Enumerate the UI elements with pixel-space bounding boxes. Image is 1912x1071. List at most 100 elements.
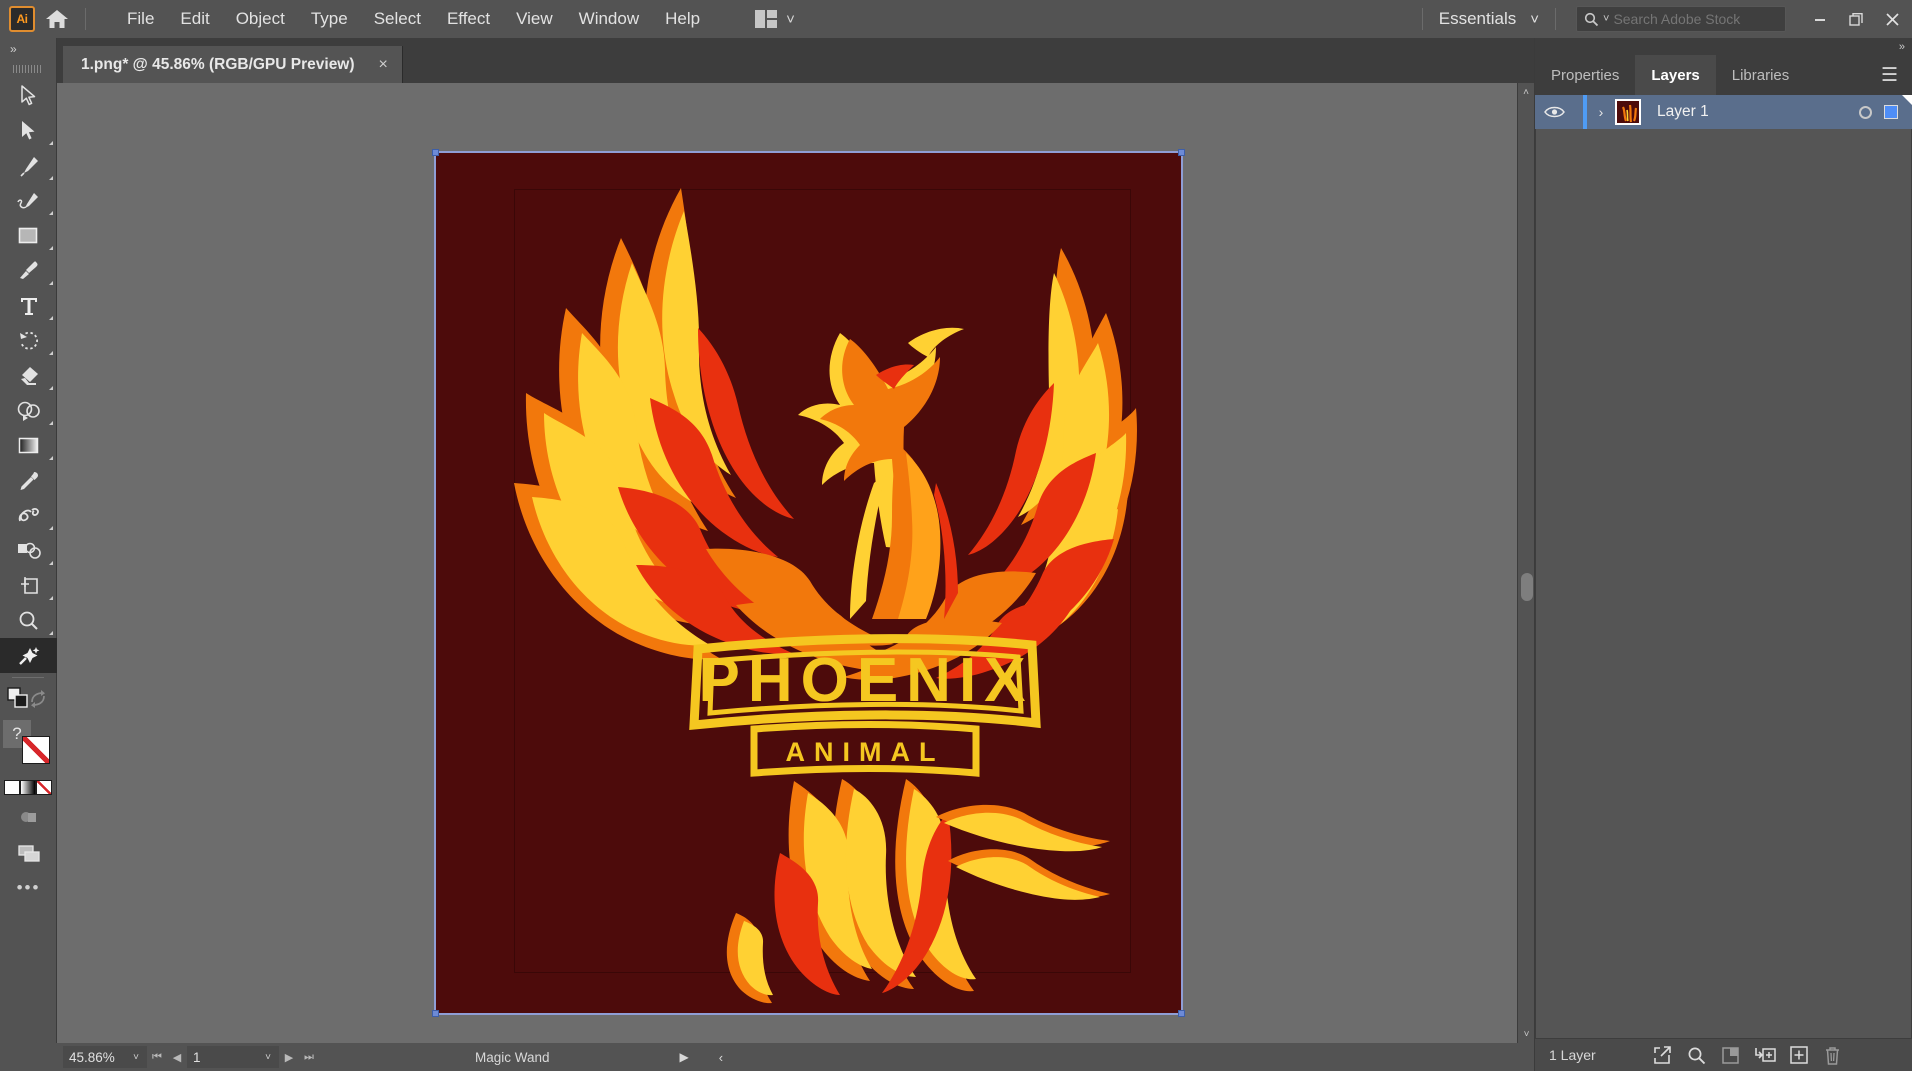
selection-handle-tl[interactable] — [432, 149, 439, 156]
vertical-scrollbar[interactable]: ˄ ˅ — [1517, 83, 1534, 1043]
tool-flyout-indicator — [49, 456, 53, 460]
last-page-button[interactable]: ⏭ — [299, 1046, 319, 1068]
zoom-tool[interactable] — [0, 603, 57, 638]
toolbar-collapse-button[interactable]: » — [0, 38, 56, 60]
stroke-swatch[interactable] — [22, 736, 50, 764]
menu-select[interactable]: Select — [361, 6, 434, 32]
fill-stroke-swatches: ? — [0, 714, 56, 774]
menu-view[interactable]: View — [503, 6, 566, 32]
zoom-dropdown-icon[interactable]: ˅ — [125, 1046, 147, 1068]
change-screen-mode-button[interactable] — [0, 800, 57, 835]
make-clipping-mask-icon[interactable] — [1714, 1039, 1748, 1071]
shape-builder-tool[interactable] — [0, 393, 57, 428]
edit-toolbar-button[interactable]: ••• — [0, 870, 57, 905]
tool-flyout-indicator — [49, 281, 53, 285]
swap-fill-stroke-icon[interactable] — [28, 689, 48, 709]
selection-handle-bl[interactable] — [432, 1010, 439, 1017]
search-icon[interactable] — [1680, 1039, 1714, 1071]
selection-handle-tr[interactable] — [1178, 149, 1185, 156]
rotate-tool[interactable] — [0, 323, 57, 358]
document-tab[interactable]: 1.png* @ 45.86% (RGB/GPU Preview) × — [63, 46, 403, 83]
symbol-sprayer-tool[interactable] — [0, 533, 57, 568]
menu-window[interactable]: Window — [566, 6, 652, 32]
status-menu-icon[interactable]: ▶ — [674, 1046, 695, 1068]
eraser-tool[interactable] — [0, 358, 57, 393]
gradient-tool[interactable] — [0, 428, 57, 463]
eye-icon[interactable] — [1535, 105, 1573, 119]
layers-list-body[interactable] — [1535, 129, 1912, 1039]
eyedropper-tool[interactable] — [0, 463, 57, 498]
page-dropdown-icon[interactable]: ˅ — [257, 1046, 279, 1068]
hamburger-menu-icon[interactable]: ☰ — [1867, 55, 1912, 95]
none-mode-button[interactable] — [36, 779, 52, 795]
more-tools-icon: ••• — [16, 877, 41, 897]
layer-name[interactable]: Layer 1 — [1657, 103, 1709, 121]
target-circle-icon[interactable] — [1859, 105, 1872, 119]
magic-wand-tool[interactable] — [0, 638, 57, 673]
home-button[interactable] — [35, 0, 79, 38]
create-sublayer-icon[interactable] — [1748, 1039, 1782, 1071]
phoenix-artwork: PHOENIX ANIMAL — [514, 188, 1137, 1004]
color-mode-button[interactable] — [4, 779, 20, 795]
rectangle-tool[interactable] — [0, 218, 57, 253]
tab-properties[interactable]: Properties — [1535, 55, 1635, 95]
banner-shape: PHOENIX — [689, 634, 1041, 731]
artboard-tool[interactable] — [0, 568, 57, 603]
menu-edit[interactable]: Edit — [167, 6, 222, 32]
tool-flyout-indicator — [49, 561, 53, 565]
chevron-down-icon: ˅ — [786, 10, 795, 28]
artboard[interactable]: PHOENIX ANIMAL — [432, 149, 1185, 1017]
next-page-button[interactable]: ▶ — [279, 1046, 299, 1068]
adobe-stock-search[interactable]: ˅ — [1576, 6, 1786, 32]
minimize-button[interactable] — [1802, 0, 1838, 38]
toolbar-divider — [0, 677, 56, 686]
create-new-layer-icon[interactable] — [1782, 1039, 1816, 1071]
pen-tool[interactable] — [0, 148, 57, 183]
close-icon[interactable]: × — [379, 56, 388, 73]
scroll-up-icon[interactable]: ˄ — [1518, 83, 1534, 101]
menu-effect[interactable]: Effect — [434, 6, 503, 32]
type-tool[interactable] — [0, 288, 57, 323]
scroll-down-icon[interactable]: ˅ — [1518, 1025, 1535, 1043]
blend-tool[interactable] — [0, 498, 57, 533]
status-left-icon[interactable]: ‹ — [713, 1046, 729, 1068]
search-input[interactable] — [1613, 11, 1774, 27]
tool-flyout-indicator — [49, 386, 53, 390]
workspace-switcher[interactable]: Essentials ˅ — [1429, 5, 1549, 33]
menu-file[interactable]: File — [114, 6, 167, 32]
tool-flyout-indicator — [49, 316, 53, 320]
layer-selected-swatch[interactable] — [1884, 105, 1898, 119]
direct-selection-tool[interactable] — [0, 113, 57, 148]
prev-page-button[interactable]: ◀ — [167, 1046, 187, 1068]
canvas-area[interactable]: PHOENIX ANIMAL — [57, 83, 1517, 1043]
paintbrush-tool[interactable] — [0, 253, 57, 288]
selection-handle-br[interactable] — [1178, 1010, 1185, 1017]
page-number-field[interactable]: 1 — [187, 1046, 257, 1068]
tab-libraries[interactable]: Libraries — [1716, 55, 1806, 95]
maximize-button[interactable] — [1838, 0, 1874, 38]
layer-row[interactable]: › Layer 1 — [1535, 95, 1912, 129]
close-button[interactable] — [1874, 0, 1910, 38]
tab-layers[interactable]: Layers — [1635, 55, 1716, 95]
locate-object-icon[interactable] — [1646, 1039, 1680, 1071]
menu-help[interactable]: Help — [652, 6, 713, 32]
toolbar-grip[interactable] — [0, 60, 56, 78]
menu-object[interactable]: Object — [223, 6, 298, 32]
menu-bar: Ai File Edit Object Type Select Effect V… — [0, 0, 1912, 38]
curvature-tool[interactable] — [0, 183, 57, 218]
delete-layer-icon[interactable] — [1816, 1039, 1850, 1071]
tool-flyout-indicator — [49, 176, 53, 180]
panel-tabs: Properties Layers Libraries ☰ — [1535, 55, 1912, 95]
selection-tool[interactable] — [0, 78, 57, 113]
arrange-documents-button[interactable]: ˅ — [747, 6, 803, 32]
menu-items: File Edit Object Type Select Effect View… — [114, 6, 713, 32]
panel-collapse-button[interactable]: » — [1535, 38, 1912, 55]
first-page-button[interactable]: ⏮ — [147, 1046, 167, 1068]
gradient-mode-button[interactable] — [20, 779, 36, 795]
tools-panel: » ? ••• — [0, 38, 57, 1071]
vertical-scroll-thumb[interactable] — [1521, 573, 1533, 601]
menu-type[interactable]: Type — [298, 6, 361, 32]
screen-mode-tool[interactable] — [0, 835, 57, 870]
zoom-level-field[interactable]: 45.86% — [63, 1046, 125, 1068]
chevron-right-icon[interactable]: › — [1587, 104, 1615, 120]
